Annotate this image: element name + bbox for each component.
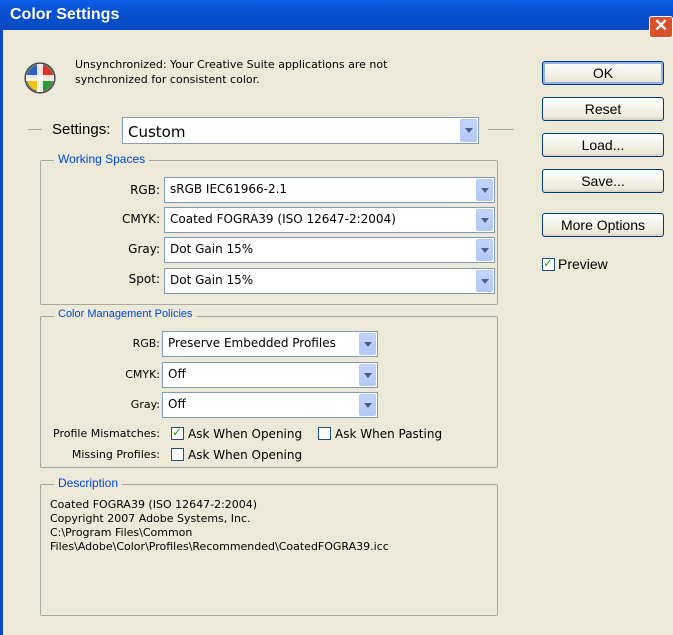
chevron-down-icon [476, 239, 493, 261]
more-options-button[interactable]: More Options [542, 213, 664, 237]
chevron-down-icon [460, 119, 477, 142]
load-button[interactable]: Load... [542, 133, 664, 157]
missing-profiles-label: Missing Profiles: [71, 448, 160, 461]
ask-when-pasting-label: Ask When Pasting [335, 427, 443, 441]
color-sync-icon [24, 62, 56, 94]
policy-cmyk-label: CMYK: [125, 368, 160, 381]
missing-ask-when-opening-label: Ask When Opening [188, 448, 303, 462]
ws-rgb-select[interactable]: sRGB IEC61966-2.1 [164, 177, 495, 203]
sync-message-line1: Unsynchronized: Your Creative Suite appl… [75, 58, 388, 71]
ws-gray-label: Gray: [128, 242, 160, 256]
chevron-down-icon [359, 364, 376, 386]
close-icon[interactable]: ✕ [649, 16, 673, 38]
settings-select[interactable]: Custom [122, 117, 479, 144]
ws-gray-select[interactable]: Dot Gain 15% [164, 237, 495, 263]
chevron-down-icon [359, 394, 376, 416]
description-legend: Description [54, 476, 123, 490]
settings-label: Settings: [52, 121, 111, 138]
ws-spot-value: Dot Gain 15% [170, 273, 254, 287]
policy-cmyk-value: Off [168, 367, 186, 381]
ask-when-opening-checkbox[interactable] [171, 425, 184, 440]
chevron-down-icon [476, 179, 493, 201]
policy-gray-label: Gray: [130, 398, 160, 411]
window-frame [0, 30, 3, 635]
preview-checkbox[interactable] [542, 256, 555, 271]
divider [28, 129, 42, 130]
ws-spot-label: Spot: [128, 272, 160, 286]
preview-label: Preview [558, 256, 608, 272]
policy-rgb-value: Preserve Embedded Profiles [168, 336, 336, 350]
ws-rgb-value: sRGB IEC61966-2.1 [170, 182, 288, 196]
profile-mismatches-label: Profile Mismatches: [53, 427, 160, 440]
ws-cmyk-value: Coated FOGRA39 (ISO 12647-2:2004) [170, 212, 396, 226]
window-title: Color Settings [10, 6, 120, 23]
ws-rgb-label: RGB: [130, 183, 160, 197]
missing-ask-when-opening-checkbox[interactable] [171, 448, 184, 461]
chevron-down-icon [359, 333, 376, 355]
ws-cmyk-label: CMYK: [122, 212, 160, 226]
ws-gray-value: Dot Gain 15% [170, 242, 254, 256]
reset-button[interactable]: Reset [542, 97, 664, 121]
policy-gray-select[interactable]: Off [162, 392, 378, 418]
working-spaces-legend: Working Spaces [54, 152, 150, 166]
save-button[interactable]: Save... [542, 169, 664, 193]
ok-button[interactable]: OK [542, 61, 664, 85]
ws-cmyk-select[interactable]: Coated FOGRA39 (ISO 12647-2:2004) [164, 207, 495, 233]
policy-rgb-select[interactable]: Preserve Embedded Profiles [162, 331, 378, 357]
settings-value: Custom [128, 123, 186, 141]
policy-gray-value: Off [168, 397, 186, 411]
ws-spot-select[interactable]: Dot Gain 15% [164, 268, 495, 294]
sync-message-line2: synchronized for consistent color. [75, 73, 260, 86]
ask-when-opening-label: Ask When Opening [188, 427, 303, 441]
chevron-down-icon [476, 209, 493, 231]
description-text: Coated FOGRA39 (ISO 12647-2:2004) Copyri… [50, 498, 389, 553]
sync-message: Unsynchronized: Your Creative Suite appl… [75, 57, 435, 87]
policy-cmyk-select[interactable]: Off [162, 362, 378, 388]
chevron-down-icon [476, 270, 493, 292]
ask-when-pasting-checkbox[interactable] [318, 427, 331, 440]
policies-legend: Color Management Policies [54, 308, 197, 320]
divider [488, 129, 514, 130]
policy-rgb-label: RGB: [132, 337, 160, 350]
